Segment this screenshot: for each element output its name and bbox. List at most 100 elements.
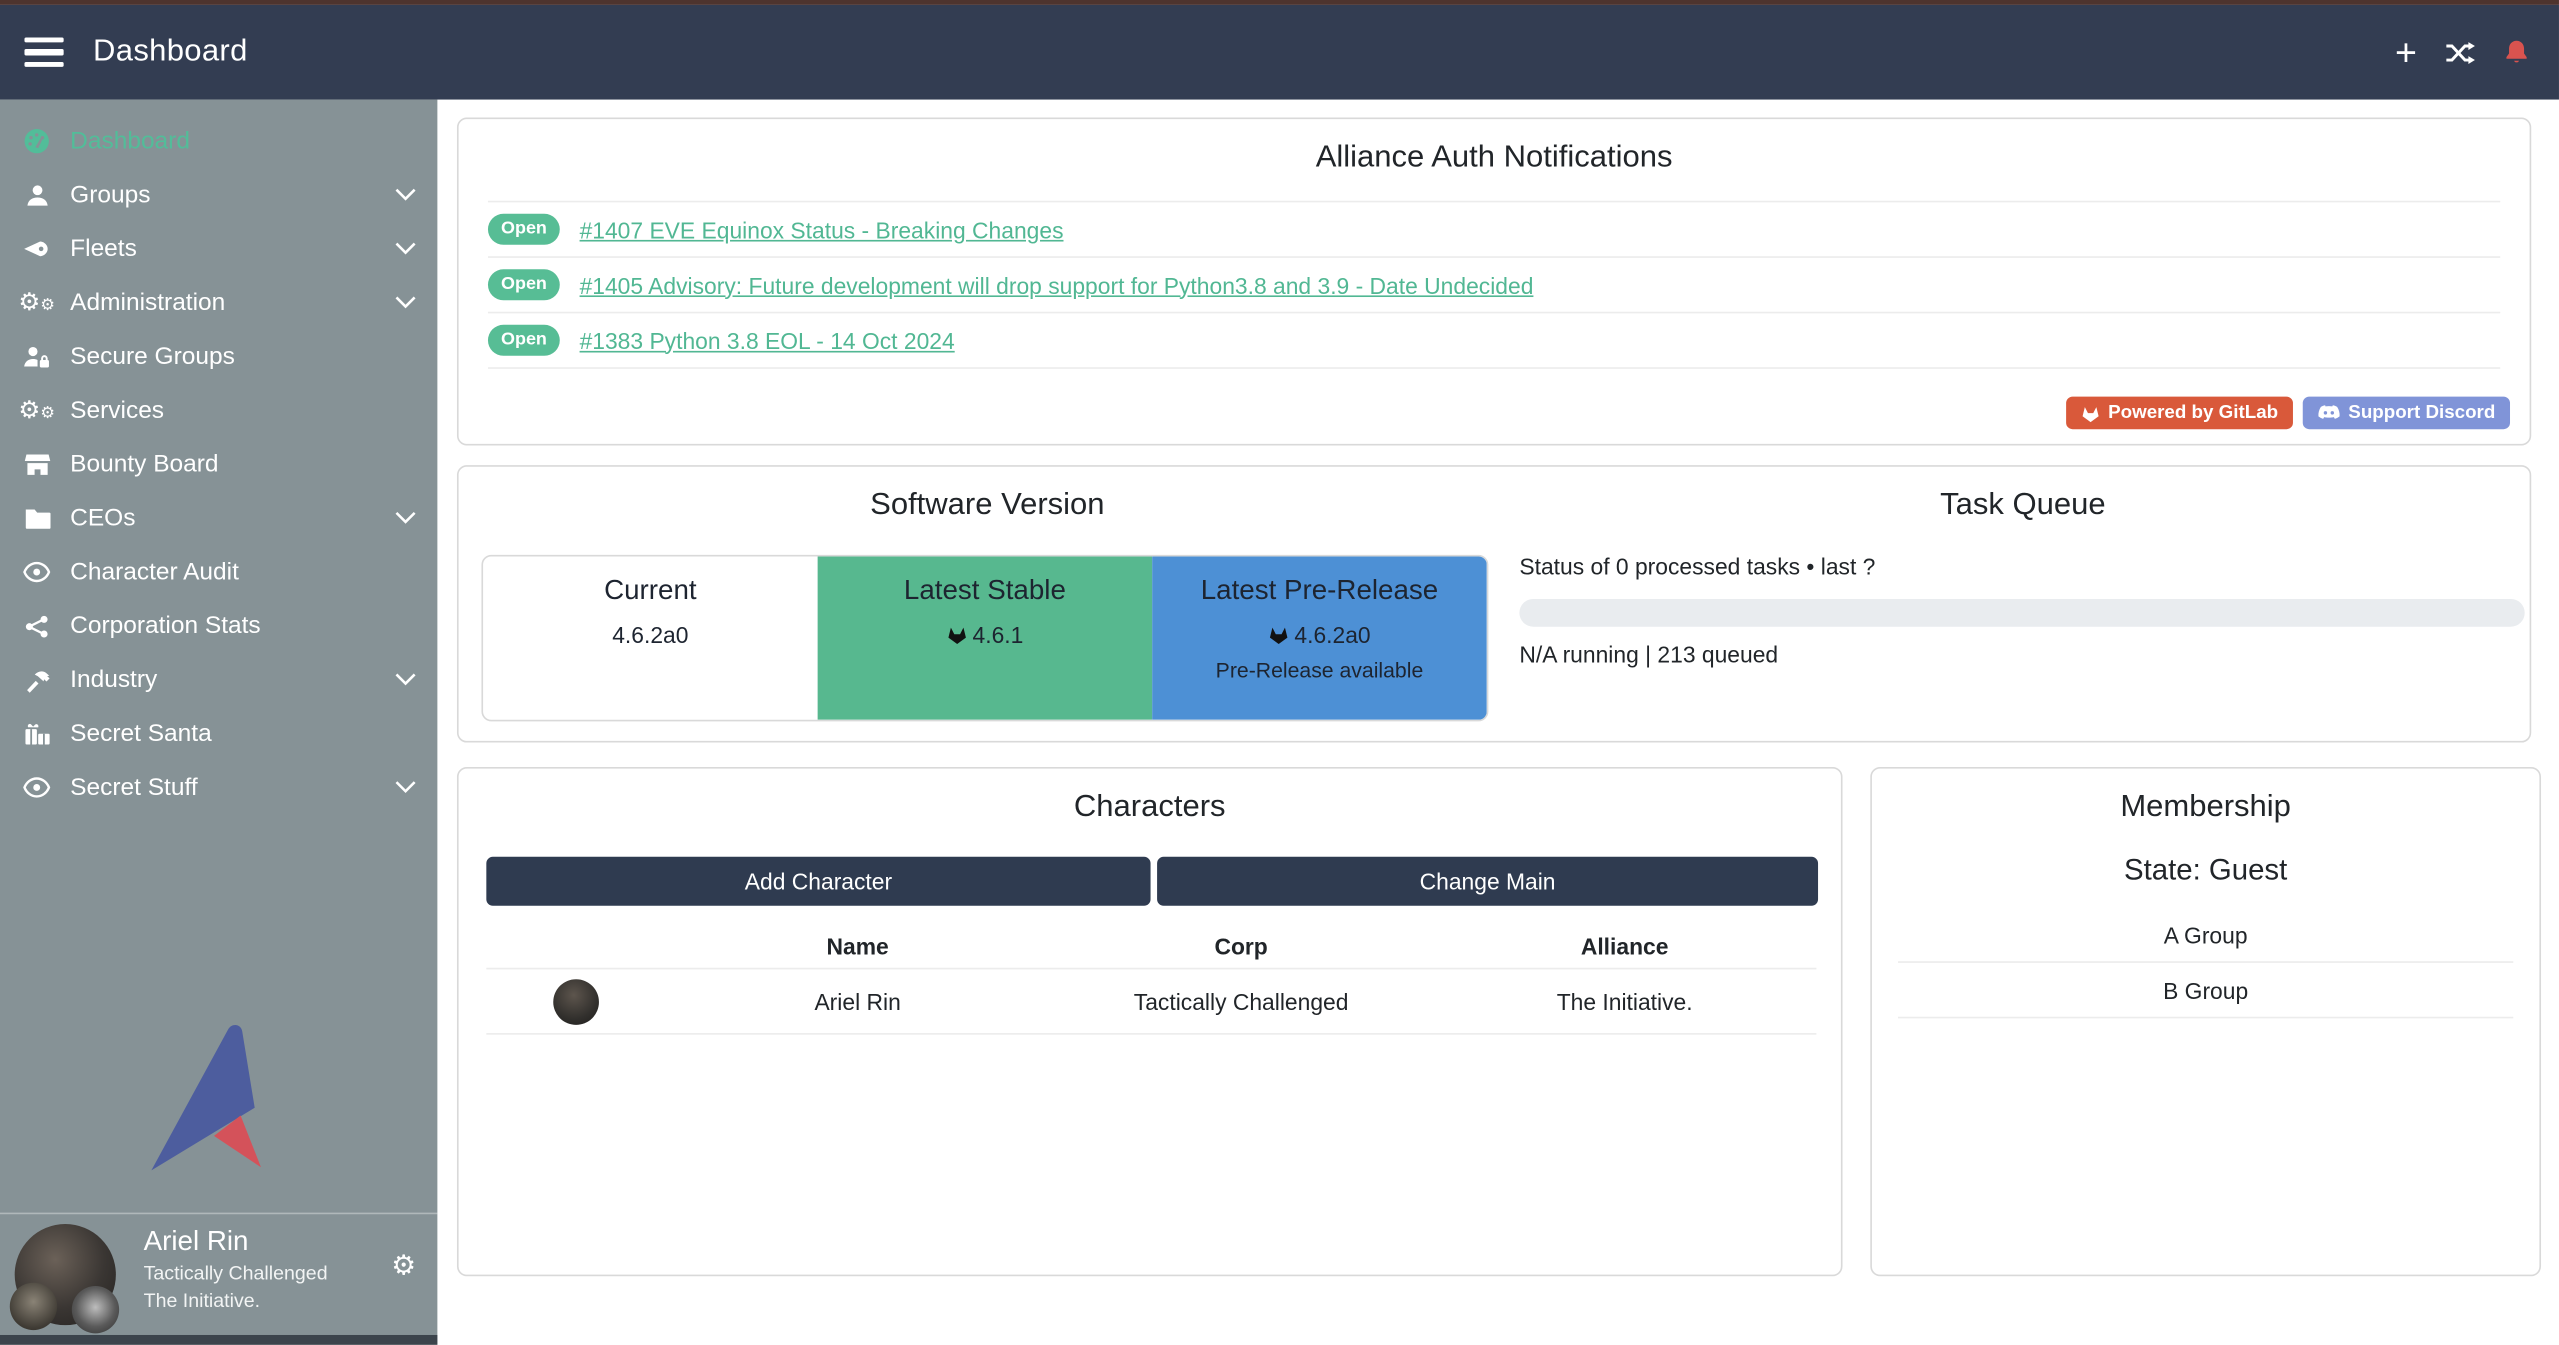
sidebar-item-secret-santa[interactable]: Secret Santa <box>0 707 437 761</box>
list-item: B Group <box>1898 963 2513 1018</box>
settings-gear-icon[interactable]: ⚙ <box>391 1253 416 1281</box>
sidebar-item-secure-groups[interactable]: Secure Groups <box>0 330 437 384</box>
change-main-button[interactable]: Change Main <box>1157 857 1818 906</box>
topbar-actions: + <box>2395 33 2559 71</box>
sidebar-item-label: Character Audit <box>70 558 239 586</box>
characters-actions: Add Character Change Main <box>486 857 1818 906</box>
discord-badge[interactable]: Support Discord <box>2303 397 2510 430</box>
character-corp: Tactically Challenged <box>1049 988 1433 1014</box>
page-title: Dashboard <box>93 34 248 70</box>
status-badge: Open <box>488 270 560 300</box>
sidebar-item-label: Secret Santa <box>70 720 212 748</box>
corp-logo <box>10 1283 57 1330</box>
sidebar-item-label: Fleets <box>70 235 137 263</box>
sidebar-item-label: Groups <box>70 181 150 209</box>
version-strip: Current 4.6.2a0 Latest Stable 4.6.1 Late… <box>481 555 1488 721</box>
user-alliance: The Initiative. <box>144 1289 260 1312</box>
sidebar-item-services[interactable]: ⚙⚙ Services <box>0 384 437 438</box>
characters-panel: Characters Add Character Change Main Nam… <box>457 767 1843 1276</box>
sidebar-menu: Dashboard Groups Fleets <box>0 100 437 815</box>
gifts-icon <box>21 720 52 748</box>
membership-state: State: Guest <box>1872 854 2539 888</box>
eye-icon <box>21 558 52 586</box>
chevron-down-icon <box>395 188 416 203</box>
membership-panel: Membership State: Guest A Group B Group <box>1870 767 2541 1276</box>
chevron-down-icon <box>395 295 416 310</box>
sidebar-toggle-button[interactable] <box>24 38 63 67</box>
shuffle-icon[interactable] <box>2445 40 2476 64</box>
chevron-down-icon <box>395 511 416 526</box>
sidebar-item-label: Administration <box>70 289 225 317</box>
user-lock-icon <box>21 343 52 371</box>
sidebar-item-label: Bounty Board <box>70 450 218 478</box>
notifications-title: Alliance Auth Notifications <box>459 119 2530 176</box>
sidebar-item-label: Industry <box>70 666 157 694</box>
app-viewport: Dashboard + <box>0 0 2559 1345</box>
notification-link[interactable]: #1405 Advisory: Future development will … <box>580 272 1534 298</box>
task-queue-title: Task Queue <box>1516 488 2529 524</box>
characters-table-header: Name Corp Alliance <box>486 924 1816 968</box>
gitlab-tanuki-icon <box>1268 625 1289 645</box>
column-header-corp: Corp <box>1049 933 1433 959</box>
character-name: Ariel Rin <box>666 988 1050 1014</box>
column-header-alliance: Alliance <box>1433 933 1817 959</box>
version-cell-latest-stable: Latest Stable 4.6.1 <box>818 557 1153 720</box>
notifications-panel: Alliance Auth Notifications Open #1407 E… <box>457 118 2531 446</box>
software-taskqueue-panel: Software Version Task Queue Current 4.6.… <box>457 465 2531 742</box>
notification-row: Open #1405 Advisory: Future development … <box>488 256 2500 311</box>
sidebar-item-groups[interactable]: Groups <box>0 168 437 222</box>
store-icon <box>21 450 52 478</box>
topbar: Dashboard + <box>0 5 2559 100</box>
gauge-icon <box>21 127 52 155</box>
sidebar-item-ceos[interactable]: CEOs <box>0 491 437 545</box>
gitlab-tanuki-icon <box>946 625 967 645</box>
gears-icon: ⚙⚙ <box>21 397 52 425</box>
gears-icon: ⚙⚙ <box>21 289 52 317</box>
characters-title: Characters <box>459 769 1841 826</box>
sidebar-item-label: Secret Stuff <box>70 774 197 802</box>
user-corp: Tactically Challenged <box>144 1262 328 1285</box>
task-queue-status: Status of 0 processed tasks • last ? <box>1519 553 1875 579</box>
eye-icon <box>21 774 52 802</box>
alliance-logo <box>72 1286 119 1333</box>
add-character-button[interactable]: Add Character <box>486 857 1150 906</box>
alliance-auth-logo <box>140 1022 297 1175</box>
notifications-list: Open #1407 EVE Equinox Status - Breaking… <box>488 201 2500 369</box>
sidebar-item-bounty-board[interactable]: Bounty Board <box>0 437 437 491</box>
notification-link[interactable]: #1383 Python 3.8 EOL - 14 Oct 2024 <box>580 327 955 353</box>
sidebar-item-dashboard[interactable]: Dashboard <box>0 114 437 168</box>
list-item: A Group <box>1898 907 2513 962</box>
sidebar-item-corporation-stats[interactable]: Corporation Stats <box>0 599 437 653</box>
character-avatar <box>553 978 599 1024</box>
notifications-bell-icon[interactable] <box>2503 38 2529 66</box>
membership-groups-list: A Group B Group <box>1898 907 2513 1018</box>
user-panel: Ariel Rin Tactically Challenged The Init… <box>0 1213 437 1335</box>
membership-title: Membership <box>1872 769 2539 826</box>
sidebar-item-industry[interactable]: Industry <box>0 653 437 707</box>
add-icon[interactable]: + <box>2395 33 2417 71</box>
software-version-title: Software Version <box>459 488 1517 524</box>
repo-badges: Powered by GitLab Support Discord <box>2066 397 2510 430</box>
folder-icon <box>21 504 52 532</box>
sidebar-item-label: Services <box>70 397 164 425</box>
task-queue-progress-bar <box>1519 599 2524 627</box>
notification-link[interactable]: #1407 EVE Equinox Status - Breaking Chan… <box>580 216 1064 242</box>
chevron-down-icon <box>395 780 416 795</box>
chevron-down-icon <box>395 242 416 257</box>
task-queue-counts: N/A running | 213 queued <box>1519 641 1778 667</box>
characters-table: Name Corp Alliance Ariel Rin Tactically … <box>486 924 1816 1035</box>
user-icon <box>21 181 52 209</box>
sidebar-item-fleets[interactable]: Fleets <box>0 222 437 276</box>
sidebar-item-character-audit[interactable]: Character Audit <box>0 545 437 599</box>
sidebar-item-label: Corporation Stats <box>70 612 261 640</box>
column-header-name: Name <box>666 933 1050 959</box>
version-cell-latest-prerelease: Latest Pre-Release 4.6.2a0 Pre-Release a… <box>1152 557 1487 720</box>
sidebar-item-label: Secure Groups <box>70 343 235 371</box>
sidebar-item-secret-stuff[interactable]: Secret Stuff <box>0 761 437 815</box>
sidebar-item-label: Dashboard <box>70 127 190 155</box>
hammer-icon <box>21 666 52 694</box>
status-badge: Open <box>488 215 560 245</box>
discord-icon <box>2317 404 2340 422</box>
sidebar-item-administration[interactable]: ⚙⚙ Administration <box>0 276 437 330</box>
gitlab-badge[interactable]: Powered by GitLab <box>2066 397 2293 430</box>
